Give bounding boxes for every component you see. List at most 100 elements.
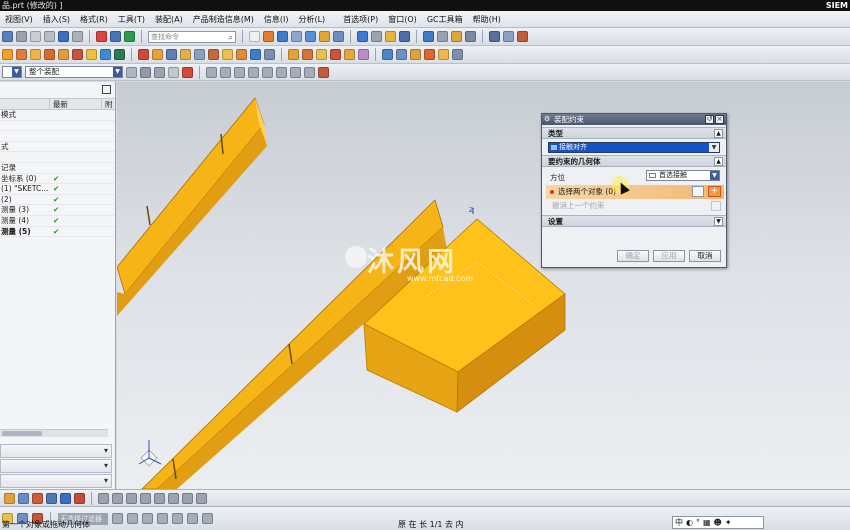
scrollbar-thumb[interactable] [2, 431, 42, 436]
snap-icon[interactable] [437, 31, 448, 42]
menu-help[interactable]: 帮助(H) [468, 14, 506, 25]
rectangle-icon[interactable] [140, 492, 151, 504]
wcs-icon[interactable] [423, 31, 434, 42]
snap-point-icon[interactable] [140, 66, 151, 78]
filter-icon[interactable] [126, 66, 137, 78]
edge-blend-icon[interactable] [382, 49, 393, 60]
point-on-curve-icon[interactable] [304, 66, 315, 78]
spline-icon[interactable] [168, 492, 179, 504]
board-part[interactable] [117, 97, 267, 316]
ime-moon-icon[interactable]: ◐ [686, 517, 693, 528]
list-item[interactable]: 测量 (4) ✔ [0, 216, 115, 227]
reference-set-icon[interactable] [194, 49, 205, 60]
ime-user-icon[interactable]: ☻ [714, 517, 722, 528]
crosshair-icon[interactable]: + [708, 186, 721, 197]
selection-scope-dropdown[interactable]: 整个装配 ▼ [25, 66, 123, 78]
zoom-icon[interactable] [263, 31, 274, 42]
curve-rule-icon[interactable] [154, 66, 165, 78]
component-array-icon[interactable] [44, 49, 55, 60]
arc-tool-icon[interactable] [142, 513, 153, 524]
dialog-title-bar[interactable]: ⚙ 装配约束 ↺ × [542, 114, 726, 125]
ime-mode[interactable]: 中 [675, 517, 683, 528]
fit-view-icon[interactable] [249, 31, 260, 42]
save-icon[interactable] [2, 31, 13, 42]
datum-icon[interactable] [32, 492, 43, 504]
layer-icon[interactable] [385, 31, 396, 42]
constraint-type-dropdown[interactable]: 接触对齐 ▼ [548, 142, 720, 153]
gear-icon[interactable]: ⚙ [544, 114, 550, 125]
column-latest[interactable]: 最新 [50, 99, 102, 109]
roles-icon[interactable] [124, 31, 135, 42]
column-name[interactable] [0, 99, 50, 109]
intersection-icon[interactable] [248, 66, 259, 78]
list-item[interactable] [0, 152, 115, 163]
new-component-icon[interactable] [2, 49, 13, 60]
replace-component-icon[interactable] [72, 49, 83, 60]
list-item[interactable]: 式 [0, 142, 115, 153]
list-item[interactable] [0, 121, 115, 132]
search-icon[interactable]: ⌕ [229, 33, 233, 43]
select-objects-row[interactable]: 选择两个对象 (0) + [546, 185, 724, 199]
redo-icon[interactable] [72, 31, 83, 42]
command-search-input[interactable]: 查找命令 ⌕ [148, 30, 236, 43]
menu-pmi[interactable]: 产品制造信息(M) [188, 14, 259, 25]
polygon-icon[interactable] [154, 492, 165, 504]
arc-center-icon[interactable] [262, 66, 273, 78]
point-icon[interactable] [18, 492, 29, 504]
add-component-icon[interactable] [16, 49, 27, 60]
horizontal-scrollbar[interactable] [0, 429, 108, 437]
menu-window[interactable]: 窗口(O) [383, 14, 422, 25]
menu-gc-toolkit[interactable]: GC工具箱 [422, 14, 468, 25]
shaded-icon[interactable] [319, 31, 330, 42]
grid-icon[interactable] [503, 31, 514, 42]
rect-tool-icon[interactable] [172, 513, 183, 524]
show-hide-icon[interactable] [399, 31, 410, 42]
revolve-icon[interactable] [236, 49, 247, 60]
undo-icon[interactable] [58, 31, 69, 42]
quadrant-icon[interactable] [276, 66, 287, 78]
type-filter-dropdown[interactable]: ▼ [2, 66, 22, 78]
graphics-viewport[interactable]: Z [117, 82, 850, 489]
orientation-dropdown[interactable]: 首选接触 ▼ [646, 170, 720, 181]
ime-settings-icon[interactable]: ✦ [725, 517, 732, 528]
list-item[interactable] [0, 131, 115, 142]
fillet-icon[interactable] [182, 492, 193, 504]
plane-icon[interactable] [46, 492, 57, 504]
block-icon[interactable] [250, 49, 261, 60]
maximize-icon[interactable] [102, 85, 111, 94]
chevron-up-icon[interactable]: ▲ [714, 157, 723, 166]
dimension-tool-icon[interactable] [187, 513, 198, 524]
block-part[interactable]: Z [363, 207, 566, 413]
circle-tool-icon[interactable] [157, 513, 168, 524]
preview-panel[interactable]: ▾ [0, 474, 112, 488]
chevron-down-icon[interactable]: ▼ [714, 217, 723, 226]
clearance-icon[interactable] [166, 49, 177, 60]
list-item[interactable]: 模式 [0, 110, 115, 121]
split-body-icon[interactable] [452, 49, 463, 60]
exploded-view-icon[interactable] [138, 49, 149, 60]
midpoint-icon[interactable] [220, 66, 231, 78]
orient-view-icon[interactable] [333, 31, 344, 42]
list-item[interactable]: (2) ✔ [0, 195, 115, 206]
list-item[interactable]: 记录 [0, 163, 115, 174]
menu-view[interactable]: 视图(V) [0, 14, 38, 25]
select-object-icon[interactable] [692, 186, 704, 197]
reset-icon[interactable]: ↺ [705, 115, 714, 124]
type-section-header[interactable]: 类型 ▲ [542, 127, 726, 139]
menu-format[interactable]: 格式(R) [75, 14, 113, 25]
pocket-icon[interactable] [316, 49, 327, 60]
menu-preferences[interactable]: 首选项(P) [338, 14, 383, 25]
paste-icon[interactable] [44, 31, 55, 42]
shell-icon[interactable] [410, 49, 421, 60]
create-component-icon[interactable] [30, 49, 41, 60]
endpoint-icon[interactable] [206, 66, 217, 78]
settings-section-header[interactable]: 设置 ▼ [542, 215, 726, 227]
sequence-icon[interactable] [152, 49, 163, 60]
cut-icon[interactable] [16, 31, 27, 42]
rib-icon[interactable] [358, 49, 369, 60]
constraint-tool-icon[interactable] [202, 513, 213, 524]
repeat-command-icon[interactable] [96, 31, 107, 42]
chamfer-icon[interactable] [396, 49, 407, 60]
measure-icon[interactable] [451, 31, 462, 42]
chevron-up-icon[interactable]: ▲ [714, 129, 723, 138]
